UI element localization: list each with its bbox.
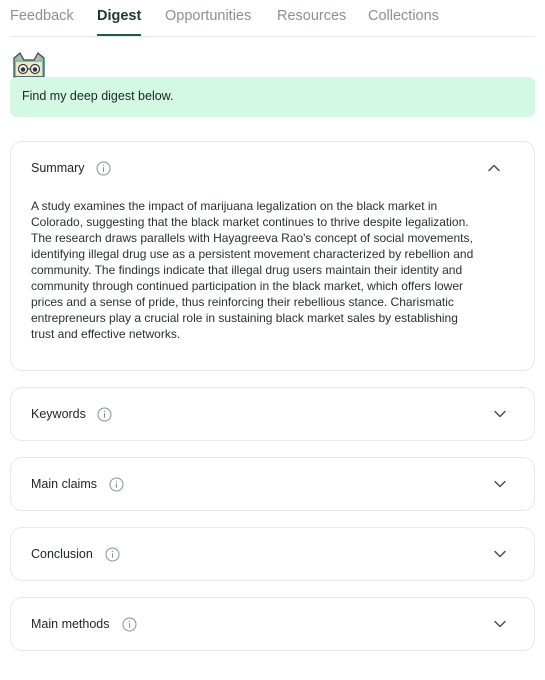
summary-line: community through continued participatio… bbox=[31, 279, 463, 293]
main-claims-section[interactable]: Main claims bbox=[10, 457, 535, 511]
tab-opportunities[interactable]: Opportunities bbox=[165, 8, 251, 24]
digest-banner: Find my deep digest below. bbox=[10, 77, 535, 117]
summary-line: The research draws parallels with Hayagr… bbox=[31, 231, 473, 245]
info-circle-icon[interactable] bbox=[96, 161, 111, 176]
summary-line: entrepreneurs play a crucial role in sus… bbox=[31, 311, 458, 325]
section-title-main-claims: Main claims bbox=[31, 477, 97, 491]
summary-line: Colorado, suggesting that the black mark… bbox=[31, 215, 469, 229]
chevron-down-icon[interactable] bbox=[493, 477, 507, 491]
chevron-down-icon[interactable] bbox=[493, 547, 507, 561]
summary-line: identifying illegal drug use as a persis… bbox=[31, 247, 474, 261]
conclusion-section[interactable]: Conclusion bbox=[10, 527, 535, 581]
section-title-conclusion: Conclusion bbox=[31, 547, 93, 561]
summary-body: A study examines the impact of marijuana… bbox=[31, 198, 511, 342]
cat-mascot-icon bbox=[13, 52, 45, 78]
summary-line: prices and a sense of pride, thus reinfo… bbox=[31, 295, 454, 309]
info-circle-icon[interactable] bbox=[122, 617, 137, 632]
tab-collections[interactable]: Collections bbox=[368, 8, 439, 24]
section-title-summary: Summary bbox=[31, 161, 85, 175]
chevron-down-icon[interactable] bbox=[493, 617, 507, 631]
info-circle-icon[interactable] bbox=[97, 407, 112, 422]
summary-line: A study examines the impact of marijuana… bbox=[31, 199, 438, 213]
active-tab-indicator bbox=[97, 34, 141, 36]
summary-line: trust and effective networks. bbox=[31, 327, 181, 341]
main-methods-section[interactable]: Main methods bbox=[10, 597, 535, 651]
section-title-keywords: Keywords bbox=[31, 407, 86, 421]
banner-text: Find my deep digest below. bbox=[22, 89, 174, 103]
chevron-up-icon[interactable] bbox=[487, 161, 501, 175]
section-title-main-methods: Main methods bbox=[31, 617, 110, 631]
tab-resources[interactable]: Resources bbox=[277, 8, 346, 24]
summary-line: community. The findings indicate that il… bbox=[31, 263, 463, 277]
tab-feedback[interactable]: Feedback bbox=[10, 8, 74, 24]
info-circle-icon[interactable] bbox=[105, 547, 120, 562]
tab-bar: Feedback Digest Opportunities Resources … bbox=[10, 0, 535, 37]
keywords-section[interactable]: Keywords bbox=[10, 387, 535, 441]
tab-digest[interactable]: Digest bbox=[97, 8, 141, 24]
info-circle-icon[interactable] bbox=[109, 477, 124, 492]
chevron-down-icon[interactable] bbox=[493, 407, 507, 421]
summary-section: Summary A study examines the impact of m… bbox=[10, 141, 535, 371]
